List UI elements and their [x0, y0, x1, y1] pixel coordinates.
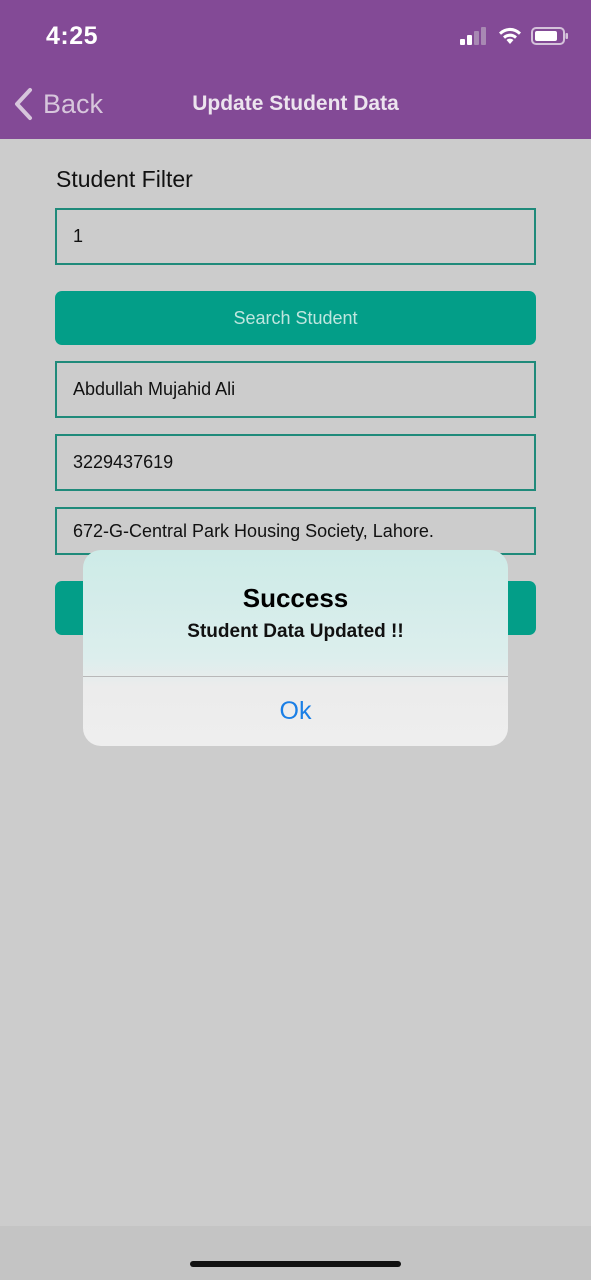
ok-label: Ok: [279, 697, 312, 725]
student-address-value: 672-G-Central Park Housing Society, Laho…: [73, 520, 434, 541]
student-filter-label: Student Filter: [56, 166, 193, 192]
student-filter-input[interactable]: 1: [55, 208, 536, 265]
status-bar: 4:25: [0, 0, 591, 70]
alert-title: Success: [242, 583, 349, 613]
bottom-bar: [0, 1226, 591, 1280]
student-name-field[interactable]: Abdullah Mujahid Ali: [55, 361, 536, 418]
nav-bar: Back Update Student Data: [0, 70, 591, 139]
search-student-button[interactable]: Search Student: [55, 291, 536, 345]
success-alert: Success Student Data Updated !! Ok: [83, 550, 508, 746]
ok-button[interactable]: Ok: [83, 677, 508, 746]
wifi-icon: [499, 27, 521, 44]
student-phone-field[interactable]: 3229437619: [55, 434, 536, 491]
page-title: Update Student Data: [192, 92, 399, 115]
battery-icon: [531, 27, 568, 45]
status-time: 4:25: [46, 22, 99, 50]
student-address-field[interactable]: 672-G-Central Park Housing Society, Laho…: [55, 507, 536, 555]
signal-icon: [460, 27, 486, 45]
search-student-label: Search Student: [233, 307, 358, 328]
student-name-value: Abdullah Mujahid Ali: [73, 379, 236, 399]
alert-message: Student Data Updated !!: [187, 621, 404, 642]
student-filter-value: 1: [73, 226, 84, 246]
home-indicator[interactable]: [190, 1261, 401, 1267]
student-phone-value: 3229437619: [73, 452, 174, 472]
